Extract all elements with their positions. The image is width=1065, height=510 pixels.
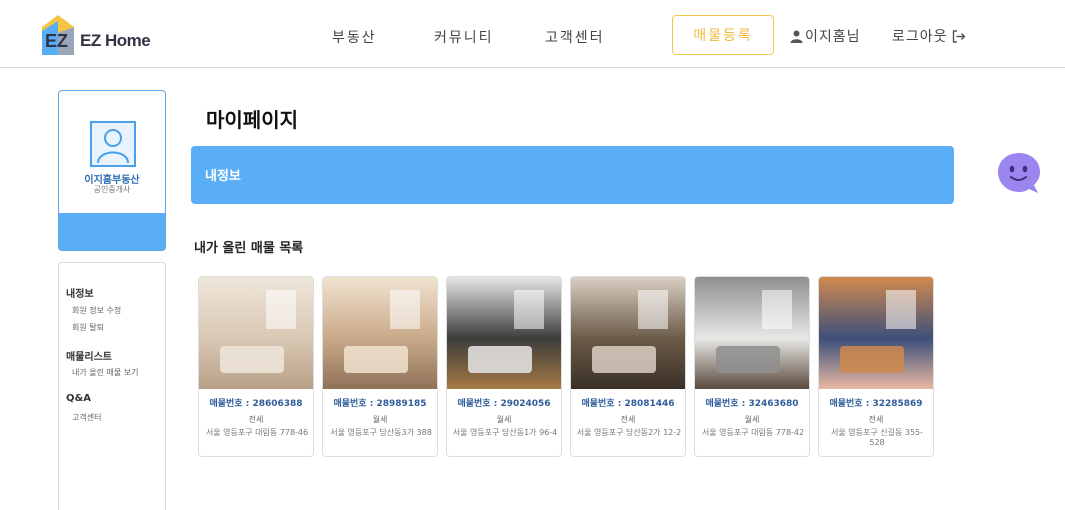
photo-window	[390, 290, 421, 329]
listing-card[interactable]: 매물번호 : 32285869 전세 서울 영등포구 신길동 355-528	[818, 276, 934, 457]
side-menu: 내정보 회원 정보 수정 회원 탈퇴 매물리스트 내가 올린 매물 보기 Q&A…	[58, 262, 166, 510]
listing-address: 서울 영등포구 신길동 355-528	[830, 428, 924, 447]
photo-furniture	[343, 346, 408, 374]
listing-address: 서울 영등포구 대림동 778-46	[205, 428, 309, 437]
listing-number: 매물번호 : 29024056	[457, 399, 551, 409]
logout-link[interactable]: 로그아웃	[892, 26, 966, 46]
listing-number: 매물번호 : 32463680	[705, 399, 799, 409]
nav-customer-center[interactable]: 고객센터	[545, 27, 605, 47]
listing-address: 서울 영등포구 대림동 778-42	[701, 428, 805, 437]
listing-photo	[819, 277, 933, 389]
listing-number: 매물번호 : 28081446	[581, 399, 675, 409]
banner-title: 내정보	[205, 169, 241, 184]
user-avatar-icon	[97, 129, 129, 164]
user-name: 이지홈님	[805, 29, 861, 45]
photo-furniture	[467, 346, 532, 374]
listing-address: 서울 영등포구 당산동3가 388	[330, 428, 432, 437]
profile-role: 공인중개사	[93, 185, 131, 194]
svg-text:EZ: EZ	[45, 31, 68, 51]
listing-photo	[571, 277, 685, 389]
listing-card[interactable]: 매물번호 : 28606388 전세 서울 영등포구 대림동 778-46	[198, 276, 314, 457]
listing-card[interactable]: 매물번호 : 28081446 전세 서울 영등포구 당산동2가 12-2	[570, 276, 686, 457]
photo-furniture	[219, 346, 284, 374]
listing-card[interactable]: 매물번호 : 28989185 월세 서울 영등포구 당산동3가 388	[322, 276, 438, 457]
listing-number: 매물번호 : 28989185	[333, 399, 427, 409]
photo-window	[514, 290, 545, 329]
menu-item-withdraw[interactable]: 회원 탈퇴	[72, 322, 104, 333]
logo-text: EZ Home	[80, 31, 151, 50]
listing-photo	[695, 277, 809, 389]
listing-type: 전세	[248, 415, 264, 424]
listing-type: 월세	[744, 415, 760, 424]
section-title: 내가 올린 매물 목록	[194, 241, 304, 256]
photo-window	[886, 290, 917, 329]
avatar	[90, 121, 136, 167]
listing-type: 월세	[496, 415, 512, 424]
top-header: EZ EZ Home 부동산 커뮤니티 고객센터 매물등록 이지홈님 로그아웃	[0, 0, 1065, 68]
listing-number: 매물번호 : 28606388	[209, 399, 303, 409]
logout-label: 로그아웃	[892, 29, 948, 45]
logo[interactable]: EZ EZ Home	[38, 12, 168, 58]
photo-furniture	[839, 346, 904, 374]
listing-type: 월세	[372, 415, 388, 424]
listing-card[interactable]: 매물번호 : 29024056 월세 서울 영등포구 당산동1가 96-4	[446, 276, 562, 457]
listing-photo	[447, 277, 561, 389]
listing-address: 서울 영등포구 당산동1가 96-4	[452, 428, 558, 437]
photo-window	[266, 290, 297, 329]
listing-type: 전세	[868, 415, 884, 424]
nav-community[interactable]: 커뮤니티	[434, 27, 494, 47]
page-title: 마이페이지	[206, 108, 298, 132]
menu-item-my-listings[interactable]: 내가 올린 매물 보기	[72, 367, 139, 378]
menu-section-qna[interactable]: Q&A	[66, 393, 91, 404]
listing-type: 전세	[620, 415, 636, 424]
menu-item-edit-profile[interactable]: 회원 정보 수정	[72, 305, 121, 316]
listing-photo	[199, 277, 313, 389]
photo-furniture	[715, 346, 780, 374]
ez-home-logo-icon: EZ	[42, 15, 74, 55]
listing-photo	[323, 277, 437, 389]
photo-window	[762, 290, 793, 329]
menu-section-my-info[interactable]: 내정보	[66, 285, 94, 300]
chatbot-icon[interactable]	[996, 151, 1042, 195]
profile-card-footer	[59, 213, 165, 250]
user-icon	[790, 30, 803, 43]
menu-item-customer-center[interactable]: 고객센터	[72, 412, 101, 423]
user-menu[interactable]: 이지홈님	[790, 26, 861, 46]
listing-number: 매물번호 : 32285869	[829, 399, 923, 409]
profile-card: 이지홈부동산 공인중개사	[58, 90, 166, 251]
photo-window	[638, 290, 669, 329]
register-listing-button[interactable]: 매물등록	[672, 15, 774, 55]
listing-address: 서울 영등포구 당산동2가 12-2	[576, 428, 682, 437]
listing-card[interactable]: 매물번호 : 32463680 월세 서울 영등포구 대림동 778-42	[694, 276, 810, 457]
menu-section-listings[interactable]: 매물리스트	[66, 348, 112, 363]
logout-icon	[952, 29, 966, 43]
my-info-banner: 내정보	[191, 146, 954, 204]
photo-furniture	[591, 346, 656, 374]
nav-real-estate[interactable]: 부동산	[332, 27, 377, 47]
listing-cards: 매물번호 : 28606388 전세 서울 영등포구 대림동 778-46 매물…	[198, 276, 934, 457]
